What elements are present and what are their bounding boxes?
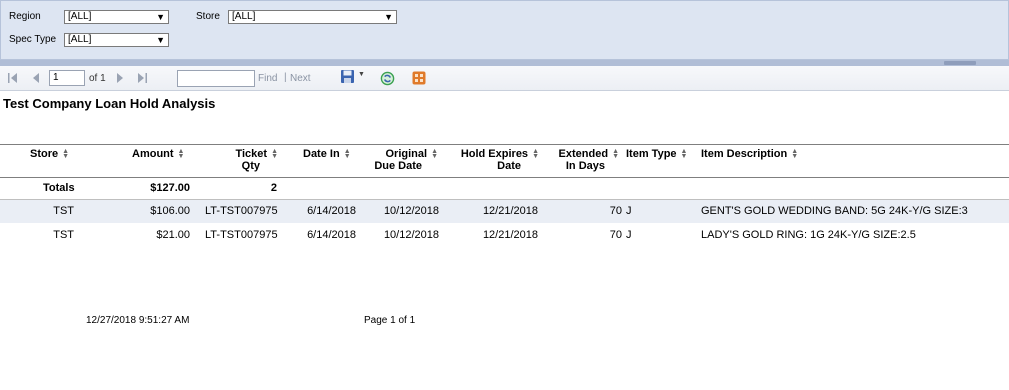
spec-type-label: Spec Type	[9, 34, 57, 45]
export-save-icon[interactable]	[340, 69, 356, 85]
store-label: Store	[196, 11, 220, 22]
header-label-line2: Date	[497, 160, 521, 172]
chevron-down-icon: ▼	[384, 12, 393, 22]
find-separator: |	[284, 72, 287, 83]
cell-item-description: LADY'S GOLD RING: 1G 24K-Y/G SIZE:2.5	[701, 229, 916, 241]
header-label: Date In	[303, 148, 340, 160]
last-page-icon[interactable]	[136, 71, 148, 85]
region-label: Region	[9, 11, 41, 22]
cell-hold-expires: 12/21/2018	[482, 229, 538, 241]
collapse-handle[interactable]	[944, 61, 976, 65]
page-number-value: 1	[53, 72, 59, 83]
totals-label: Totals	[43, 182, 75, 194]
parameters-panel: Region [ALL] ▼ Store [ALL] ▼ Spec Type […	[0, 0, 1009, 60]
document-map-icon[interactable]	[412, 71, 426, 85]
find-next-link[interactable]: Next	[290, 73, 311, 84]
cell-amount: $106.00	[150, 205, 190, 217]
footer-page-number: Page 1 of 1	[364, 315, 416, 326]
header-label: Hold Expires	[460, 148, 529, 160]
header-label: Store	[30, 148, 59, 160]
sort-icon[interactable]: ▲ ▼	[431, 148, 438, 160]
cell-store: TST	[53, 205, 74, 217]
cell-amount: $21.00	[156, 229, 190, 241]
chevron-down-icon: ▼	[156, 35, 165, 45]
header-label-line2: Due Date	[374, 160, 422, 172]
sort-icon[interactable]: ▲ ▼	[62, 148, 69, 160]
report-toolbar: 1 of 1 Find | Next ▼	[0, 66, 1009, 91]
header-label: Ticket	[235, 148, 268, 160]
sort-icon[interactable]: ▲ ▼	[532, 148, 539, 160]
header-label: Original	[385, 148, 428, 160]
header-top-rule	[0, 144, 1009, 145]
column-header-item-description[interactable]: Item Description ▲ ▼	[701, 148, 798, 160]
header-bottom-rule	[0, 177, 1009, 178]
cell-extended-days: 70	[609, 229, 622, 241]
column-header-item-type[interactable]: Item Type ▲ ▼	[626, 148, 687, 160]
page-number-input[interactable]: 1	[49, 70, 85, 86]
header-label: Item Type	[626, 148, 677, 160]
dropdown-arrow-icon[interactable]: ▼	[358, 71, 365, 78]
cell-original-due: 10/12/2018	[383, 229, 439, 241]
report-title: Test Company Loan Hold Analysis	[3, 96, 216, 111]
page-count-label: of 1	[89, 73, 106, 84]
cell-item-type: J	[626, 229, 632, 241]
store-select[interactable]: [ALL] ▼	[228, 10, 397, 24]
column-header-original-due-date[interactable]: Original ▲ ▼ Due Date	[372, 148, 438, 172]
cell-ticket: LT-TST007975	[205, 229, 278, 241]
column-header-hold-expires-date[interactable]: Hold Expires ▲ ▼ Date	[455, 148, 539, 172]
header-label: Amount	[132, 148, 174, 160]
column-header-extended-days[interactable]: Extended ▲ ▼ In Days	[553, 148, 619, 172]
cell-item-type: J	[626, 205, 632, 217]
header-label-line2: In Days	[565, 160, 605, 172]
chevron-down-icon: ▼	[156, 12, 165, 22]
refresh-icon[interactable]	[380, 71, 395, 86]
sort-icon[interactable]: ▲ ▼	[612, 148, 619, 160]
column-header-store[interactable]: Store ▲ ▼	[30, 148, 69, 160]
sort-icon[interactable]: ▲ ▼	[344, 148, 351, 160]
header-label: Item Description	[701, 148, 788, 160]
cell-store: TST	[53, 229, 74, 241]
sort-icon[interactable]: ▲ ▼	[791, 148, 798, 160]
sort-icon[interactable]: ▲ ▼	[681, 148, 688, 160]
cell-item-description: GENT'S GOLD WEDDING BAND: 5G 24K-Y/G SIZ…	[701, 205, 968, 217]
column-header-amount[interactable]: Amount ▲ ▼	[132, 148, 184, 160]
column-header-date-in[interactable]: Date In ▲ ▼	[303, 148, 351, 160]
next-page-icon[interactable]	[115, 71, 125, 85]
column-header-ticket-qty[interactable]: Ticket ▲ ▼ Qty	[228, 148, 278, 172]
cell-ticket: LT-TST007975	[205, 205, 278, 217]
footer-timestamp: 12/27/2018 9:51:27 AM	[86, 315, 190, 326]
spec-type-value: [ALL]	[68, 34, 92, 45]
region-value: [ALL]	[68, 11, 92, 22]
region-select[interactable]: [ALL] ▼	[64, 10, 169, 24]
header-label-line2: Qty	[241, 160, 260, 172]
sort-icon[interactable]: ▲ ▼	[178, 148, 185, 160]
cell-extended-days: 70	[609, 205, 622, 217]
header-label: Extended	[558, 148, 609, 160]
spec-type-select[interactable]: [ALL] ▼	[64, 33, 169, 47]
store-value: [ALL]	[232, 11, 256, 22]
cell-date-in: 6/14/2018	[307, 229, 356, 241]
cell-date-in: 6/14/2018	[307, 205, 356, 217]
sort-icon[interactable]: ▲ ▼	[271, 148, 278, 160]
first-page-icon[interactable]	[7, 71, 19, 85]
find-input[interactable]	[177, 70, 255, 87]
totals-amount: $127.00	[150, 182, 190, 194]
cell-original-due: 10/12/2018	[383, 205, 439, 217]
find-link[interactable]: Find	[258, 73, 277, 84]
cell-hold-expires: 12/21/2018	[482, 205, 538, 217]
prev-page-icon[interactable]	[31, 71, 41, 85]
totals-ticket-qty: 2	[270, 182, 277, 194]
